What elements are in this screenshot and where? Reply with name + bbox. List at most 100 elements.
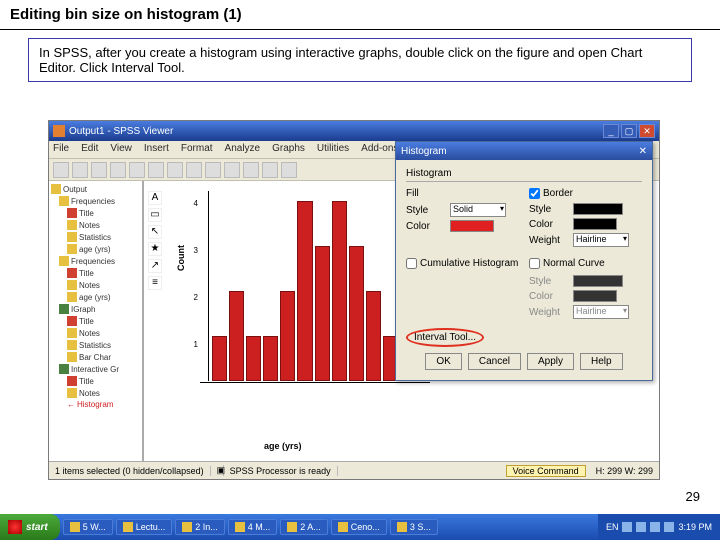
toolbar-icon[interactable] xyxy=(243,162,259,178)
chart-tool-column: A ▭ ↖ ★ ↗ ≡ xyxy=(148,191,164,290)
toolbar-icon[interactable] xyxy=(148,162,164,178)
outline-item[interactable]: Notes xyxy=(51,387,140,399)
outline-item[interactable]: Statistics xyxy=(51,339,140,351)
tray-icon[interactable] xyxy=(636,522,646,532)
minimize-button[interactable]: _ xyxy=(603,124,619,138)
voice-command-badge[interactable]: Voice Command xyxy=(506,465,586,477)
tray-clock[interactable]: 3:19 PM xyxy=(678,522,712,532)
status-icon: ▣ xyxy=(211,465,224,476)
outline-item[interactable]: Notes xyxy=(51,219,140,231)
outline-item[interactable]: Frequencies xyxy=(51,255,140,267)
outline-item[interactable]: age (yrs) xyxy=(51,243,140,255)
outline-item[interactable]: IGraph xyxy=(51,303,140,315)
fill-color-swatch[interactable] xyxy=(450,220,494,232)
toolbar-icon[interactable] xyxy=(110,162,126,178)
taskbar-item[interactable]: 4 M... xyxy=(228,519,278,535)
y-tick: 2 xyxy=(184,293,198,302)
menu-utilities[interactable]: Utilities xyxy=(317,143,349,156)
tray-lang[interactable]: EN xyxy=(606,522,619,532)
tray-icon[interactable] xyxy=(622,522,632,532)
bar xyxy=(229,291,244,381)
tool-rect-icon[interactable]: ▭ xyxy=(148,208,162,222)
interval-tool-button[interactable]: Interval Tool... xyxy=(406,328,484,347)
bar xyxy=(366,291,381,381)
toolbar-icon[interactable] xyxy=(167,162,183,178)
menu-file[interactable]: File xyxy=(53,143,69,156)
outline-root[interactable]: Output xyxy=(51,183,140,195)
outline-item[interactable]: Notes xyxy=(51,327,140,339)
taskbar-item[interactable]: Lectu... xyxy=(116,519,173,535)
nc-weight-label: Weight xyxy=(529,307,567,318)
bar xyxy=(280,291,295,381)
toolbar-icon[interactable] xyxy=(262,162,278,178)
nc-weight-combo: Hairline xyxy=(573,305,629,319)
fill-style-combo[interactable]: Solid xyxy=(450,203,506,217)
tool-style-icon[interactable]: ≡ xyxy=(148,276,162,290)
taskbar-item[interactable]: 2 In... xyxy=(175,519,225,535)
help-button[interactable]: Help xyxy=(580,353,623,370)
taskbar-item[interactable]: 2 A... xyxy=(280,519,328,535)
taskbar-item[interactable]: Ceno... xyxy=(331,519,387,535)
outline-item[interactable]: Interactive Gr xyxy=(51,363,140,375)
outline-item[interactable]: age (yrs) xyxy=(51,291,140,303)
toolbar-icon[interactable] xyxy=(186,162,202,178)
apply-button[interactable]: Apply xyxy=(527,353,574,370)
nc-color-swatch xyxy=(573,290,617,302)
outline-item[interactable]: Title xyxy=(51,267,140,279)
tool-line-icon[interactable]: ↗ xyxy=(148,259,162,273)
menu-analyze[interactable]: Analyze xyxy=(225,143,261,156)
border-checkbox[interactable]: Border xyxy=(529,188,573,199)
outline-item[interactable]: Title xyxy=(51,207,140,219)
dialog-tab[interactable]: Histogram xyxy=(406,168,642,182)
normal-curve-checkbox[interactable]: Normal Curve xyxy=(529,258,605,269)
border-color-swatch[interactable] xyxy=(573,218,617,230)
tool-text-icon[interactable]: A xyxy=(148,191,162,205)
ok-button[interactable]: OK xyxy=(425,353,461,370)
outline-item[interactable]: Title xyxy=(51,375,140,387)
tool-star-icon[interactable]: ★ xyxy=(148,242,162,256)
menu-format[interactable]: Format xyxy=(181,143,213,156)
maximize-button[interactable]: ▢ xyxy=(621,124,637,138)
menu-insert[interactable]: Insert xyxy=(144,143,169,156)
menu-edit[interactable]: Edit xyxy=(81,143,98,156)
border-style-combo[interactable] xyxy=(573,203,623,215)
start-button[interactable]: start xyxy=(0,514,60,540)
outline-item[interactable]: Title xyxy=(51,315,140,327)
cancel-button[interactable]: Cancel xyxy=(468,353,521,370)
outline-item[interactable]: Notes xyxy=(51,279,140,291)
taskbar-item[interactable]: 5 W... xyxy=(63,519,113,535)
outline-item[interactable]: Bar Char xyxy=(51,351,140,363)
toolbar-icon[interactable] xyxy=(205,162,221,178)
menu-view[interactable]: View xyxy=(110,143,132,156)
outline-item[interactable]: Statistics xyxy=(51,231,140,243)
toolbar-icon[interactable] xyxy=(224,162,240,178)
bar xyxy=(315,246,330,381)
bar xyxy=(332,201,347,381)
taskbar-item[interactable]: 3 S... xyxy=(390,519,438,535)
tool-cursor-icon[interactable]: ↖ xyxy=(148,225,162,239)
dialog-titlebar: Histogram ✕ xyxy=(396,142,652,160)
toolbar-icon[interactable] xyxy=(53,162,69,178)
menu-graphs[interactable]: Graphs xyxy=(272,143,305,156)
toolbar-icon[interactable] xyxy=(129,162,145,178)
tray-icon[interactable] xyxy=(650,522,660,532)
outline-item[interactable]: Frequencies xyxy=(51,195,140,207)
system-tray[interactable]: EN 3:19 PM xyxy=(598,514,720,540)
dialog-close-icon[interactable]: ✕ xyxy=(639,146,647,157)
outline-pane[interactable]: Output Frequencies Title Notes Statistic… xyxy=(49,181,144,461)
menu-addons[interactable]: Add-ons xyxy=(361,143,398,156)
cumulative-checkbox[interactable]: Cumulative Histogram xyxy=(406,258,518,269)
close-button[interactable]: ✕ xyxy=(639,124,655,138)
tray-icon[interactable] xyxy=(664,522,674,532)
outline-item-selected[interactable]: ← Histogram xyxy=(51,399,140,410)
nc-style-combo xyxy=(573,275,623,287)
x-axis-label: age (yrs) xyxy=(264,441,302,451)
weight-label: Weight xyxy=(529,235,567,246)
toolbar-icon[interactable] xyxy=(72,162,88,178)
histogram-dialog: Histogram ✕ Histogram Fill Style Solid C… xyxy=(395,141,653,381)
y-tick: 3 xyxy=(184,246,198,255)
border-weight-combo[interactable]: Hairline xyxy=(573,233,629,247)
toolbar-icon[interactable] xyxy=(281,162,297,178)
toolbar-icon[interactable] xyxy=(91,162,107,178)
x-axis-line xyxy=(200,382,430,383)
